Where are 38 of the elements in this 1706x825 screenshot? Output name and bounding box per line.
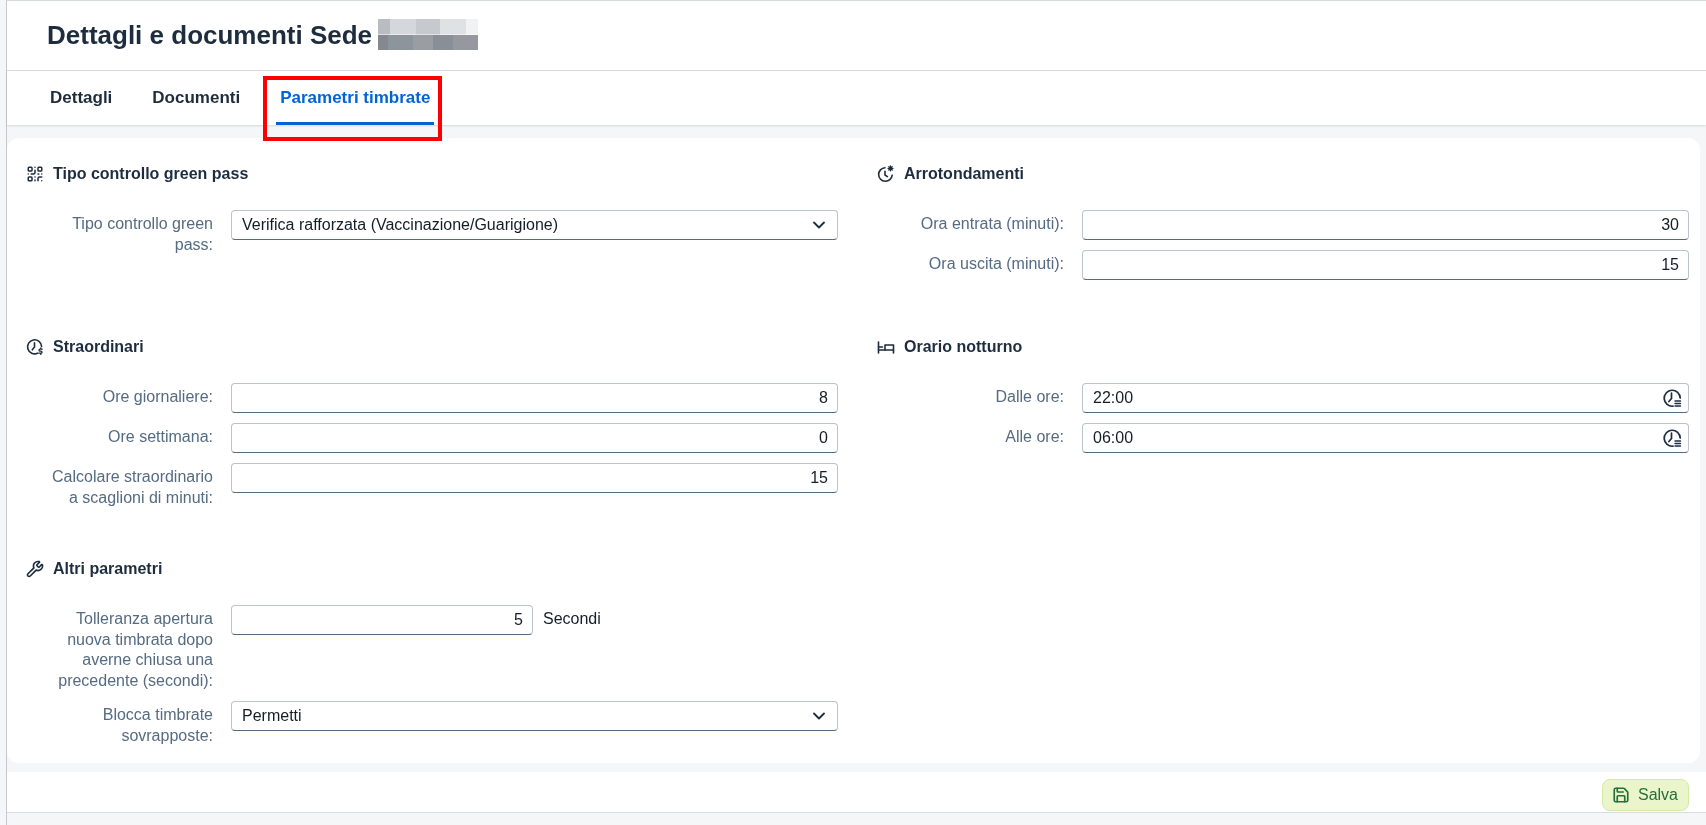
- field-label: Tipo controllo green pass:: [71, 214, 213, 255]
- tab[interactable]: Dettagli: [46, 71, 117, 125]
- page-title: Dettagli e documenti Sede: [47, 20, 373, 51]
- unit-label: Secondi: [543, 609, 601, 628]
- select-field[interactable]: Permetti: [231, 701, 838, 731]
- section-title: Tipo controllo green pass: [53, 165, 249, 183]
- tab[interactable]: Documenti: [148, 71, 245, 125]
- wrench-icon: [26, 560, 44, 578]
- field-label: Tolleranza apertura nuova timbrata dopo averne chiusa una precedente (secondi):: [57, 609, 213, 691]
- bed-icon: [877, 340, 895, 354]
- field-label: Ore giornaliere:: [101, 387, 213, 407]
- time-field[interactable]: 06:00: [1082, 423, 1689, 453]
- number-field[interactable]: 15: [231, 463, 838, 493]
- number-field[interactable]: 30: [1082, 210, 1689, 240]
- section-title: Altri parametri: [53, 560, 163, 578]
- section-title: Straordinari: [53, 338, 144, 356]
- field-label: Ora uscita (minuti):: [927, 254, 1064, 274]
- save-button[interactable]: Salva: [1601, 779, 1689, 811]
- field-label: Dalle ore:: [994, 387, 1064, 407]
- tab[interactable]: Parametri timbrate: [276, 71, 435, 125]
- field-label: Ore settimana:: [107, 427, 213, 447]
- select-field[interactable]: Verifica rafforzata (Vaccinazione/Guarigione): [231, 210, 838, 240]
- field-label: Blocca timbrate sovrapposte:: [101, 705, 213, 746]
- number-field[interactable]: 15: [1082, 250, 1689, 280]
- field-label: Ora entrata (minuti):: [919, 214, 1064, 234]
- section-title: Arrotondamenti: [904, 165, 1024, 183]
- clock-icon[interactable]: [1662, 388, 1682, 408]
- clock-dollar-icon: [26, 338, 44, 356]
- field-label: Alle ore:: [1004, 427, 1064, 447]
- qr-code-icon: [26, 165, 44, 183]
- clock-icon[interactable]: [1662, 428, 1682, 448]
- clock-sparkle-icon: [877, 165, 895, 183]
- number-field[interactable]: 8: [231, 383, 838, 413]
- section-title: Orario notturno: [904, 338, 1023, 356]
- time-field[interactable]: 22:00: [1082, 383, 1689, 413]
- number-field[interactable]: 5: [231, 605, 533, 635]
- field-label: Calcolare straordinario a scaglioni di minuti:: [51, 467, 213, 508]
- number-field[interactable]: 0: [231, 423, 838, 453]
